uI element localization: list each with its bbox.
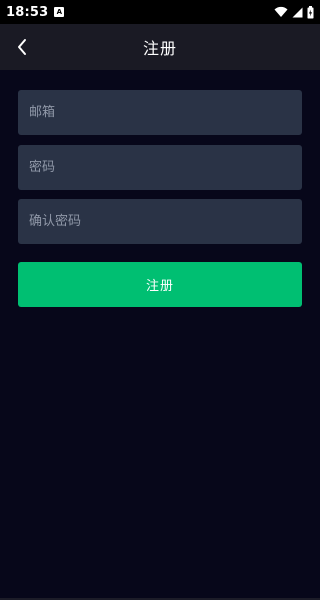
status-time: 18:53 [6, 4, 49, 20]
cell-signal-icon [292, 7, 303, 17]
back-button[interactable] [10, 35, 34, 59]
status-bar-left: 18:53 A [6, 4, 65, 20]
notification-icon-letter: A [56, 7, 63, 16]
wifi-icon [274, 6, 288, 17]
battery-icon [307, 5, 314, 18]
confirm-password-input[interactable] [29, 199, 302, 244]
password-field[interactable] [18, 145, 302, 190]
register-button[interactable]: 注册 [18, 262, 302, 307]
app-bar: 注册 [0, 24, 320, 70]
status-bar: 18:53 A [0, 0, 320, 24]
email-input[interactable] [29, 90, 302, 135]
chevron-left-icon [18, 39, 26, 55]
status-bar-right [274, 5, 314, 19]
confirm-password-field[interactable] [18, 199, 302, 244]
email-field[interactable] [18, 90, 302, 135]
page-title: 注册 [142, 39, 177, 58]
password-input[interactable] [29, 145, 302, 190]
notification-icon: A [54, 7, 65, 17]
